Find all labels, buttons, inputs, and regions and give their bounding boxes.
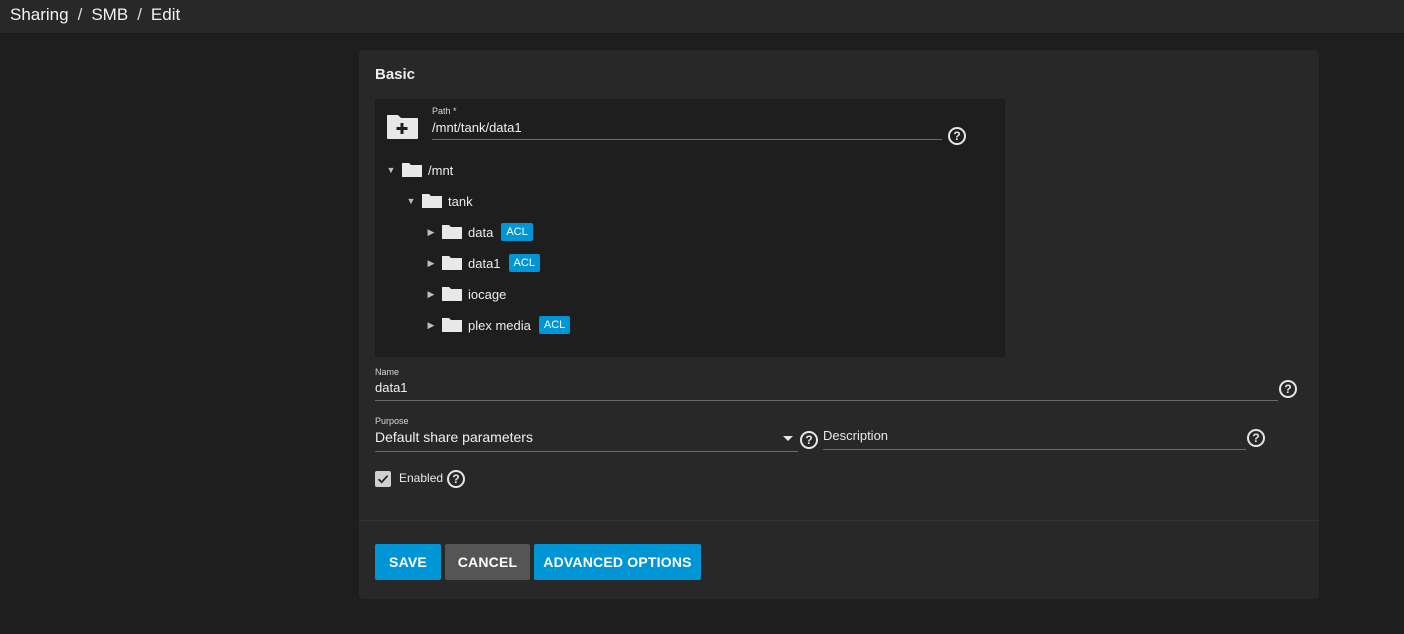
purpose-help-icon[interactable]: ? <box>800 431 818 449</box>
caret-right-icon[interactable]: ▶ <box>425 320 437 331</box>
top-bar: Sharing / SMB / Edit <box>0 0 1404 34</box>
advanced-options-button[interactable]: ADVANCED OPTIONS <box>534 544 701 580</box>
purpose-select[interactable]: Default share parameters <box>375 429 798 452</box>
acl-badge: ACL <box>501 223 533 241</box>
breadcrumb-sharing[interactable]: Sharing <box>10 5 69 25</box>
tree-item-label: plex media <box>468 317 531 333</box>
path-explorer: Path * /mnt/tank/data1 ? ▼ /mnt ▼ tank ▶ data… <box>375 99 1005 357</box>
tree-row[interactable]: ▼ tank <box>405 191 473 211</box>
folder-icon <box>442 318 462 332</box>
folder-icon <box>402 163 422 177</box>
check-icon <box>377 475 389 484</box>
breadcrumb-smb[interactable]: SMB <box>91 5 128 25</box>
breadcrumb: Sharing / SMB / Edit <box>10 5 180 25</box>
tree-row[interactable]: ▶ data ACL <box>425 222 533 242</box>
description-input[interactable]: Description <box>823 428 1246 450</box>
breadcrumb-separator: / <box>77 5 83 24</box>
tree-row[interactable]: ▼ /mnt <box>385 160 454 180</box>
tree-item-label: data <box>468 224 494 240</box>
caret-right-icon[interactable]: ▶ <box>425 258 437 269</box>
caret-right-icon[interactable]: ▶ <box>425 289 437 300</box>
cancel-button[interactable]: CANCEL <box>445 544 530 580</box>
folder-icon <box>442 225 462 239</box>
folder-icon <box>422 194 442 208</box>
tree-item-label: iocage <box>468 286 507 302</box>
breadcrumb-edit: Edit <box>150 5 181 24</box>
purpose-label: Purpose <box>375 416 409 426</box>
tree-item-label: /mnt <box>428 162 454 178</box>
enabled-label: Enabled <box>399 471 444 485</box>
tree-row[interactable]: ▶ iocage <box>425 284 507 304</box>
path-input[interactable]: /mnt/tank/data1 <box>432 119 942 140</box>
chevron-down-icon[interactable] <box>783 436 793 441</box>
breadcrumb-separator: / <box>137 5 142 24</box>
caret-down-icon[interactable]: ▼ <box>385 165 397 175</box>
enabled-checkbox[interactable] <box>375 471 391 487</box>
folder-plus-icon[interactable] <box>385 111 419 141</box>
path-help-icon[interactable]: ? <box>948 127 966 145</box>
caret-down-icon[interactable]: ▼ <box>405 196 417 206</box>
name-help-icon[interactable]: ? <box>1279 380 1297 398</box>
name-label: Name <box>375 367 400 377</box>
smb-edit-card: Basic Path * /mnt/tank/data1 ? ▼ /mnt ▼ tan… <box>359 50 1319 599</box>
tree-row[interactable]: ▶ data1 ACL <box>425 253 540 273</box>
name-input[interactable]: data1 <box>375 380 1278 401</box>
divider <box>359 520 1319 521</box>
save-button[interactable]: SAVE <box>375 544 441 580</box>
description-help-icon[interactable]: ? <box>1247 429 1265 447</box>
enabled-help-icon[interactable]: ? <box>447 470 465 488</box>
folder-icon <box>442 256 462 270</box>
folder-icon <box>442 287 462 301</box>
acl-badge: ACL <box>508 254 540 272</box>
path-label: Path * <box>432 106 457 116</box>
tree-item-label: data1 <box>468 255 501 271</box>
caret-right-icon[interactable]: ▶ <box>425 227 437 238</box>
tree-item-label: tank <box>448 193 473 209</box>
card-title: Basic <box>375 66 416 83</box>
tree-row[interactable]: ▶ plex media ACL <box>425 315 571 335</box>
acl-badge: ACL <box>538 316 571 334</box>
